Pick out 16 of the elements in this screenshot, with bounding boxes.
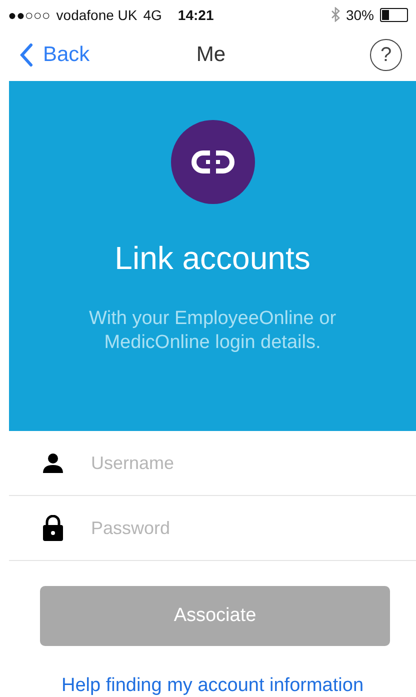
- battery-icon: [380, 8, 408, 22]
- battery-percentage: 30%: [346, 6, 374, 23]
- clock-time: 14:21: [178, 6, 214, 23]
- carrier-name: vodafone UK: [56, 6, 138, 23]
- page-title: Me: [196, 43, 226, 68]
- chevron-left-icon: [20, 43, 33, 68]
- help-link[interactable]: Help finding my account information: [61, 675, 364, 697]
- network-type: 4G: [143, 6, 162, 23]
- banner-title: Link accounts: [114, 240, 310, 277]
- back-link[interactable]: Back: [20, 43, 196, 68]
- banner-text: With your EmployeeOnline or MedicOnline login details.: [88, 307, 338, 355]
- person-icon: [43, 453, 63, 473]
- help-button[interactable]: ?: [370, 39, 402, 72]
- signal-strength: ●●○○○: [8, 6, 50, 23]
- lock-icon: [43, 515, 63, 541]
- bluetooth-icon: [330, 7, 340, 22]
